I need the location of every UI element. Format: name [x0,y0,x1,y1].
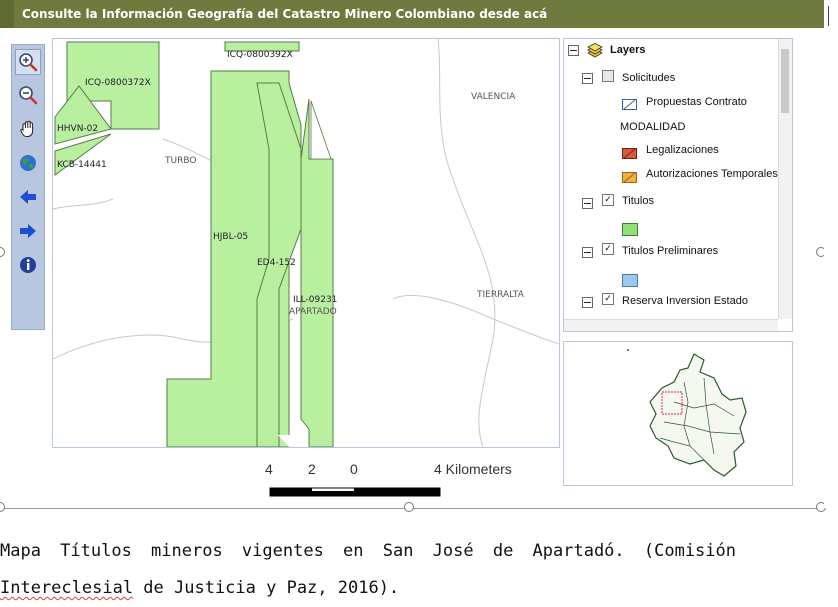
reserva-checkbox[interactable]: ✓ [602,293,614,305]
arrow-forward-icon [20,224,36,238]
titulos-preliminares-swatch [622,274,638,287]
place-tierralta: TIERRALTA [476,290,525,300]
propuestas-swatch [622,99,637,110]
scale-tick-2: 2 [308,461,316,477]
layer-reserva-inversion-estado: Reserva Inversion Estado [622,295,748,307]
identify-button[interactable] [16,253,40,277]
layer-autorizaciones-temporales: Autorizaciones Temporales [646,168,778,180]
island-dot [627,349,629,351]
label-icq0800372x: ICQ-0800372X [85,78,151,88]
label-kcb14441: KCB-14441 [57,160,107,170]
title-bar-corner [0,0,14,28]
right-edge-tick [828,6,829,26]
titulos-checkbox[interactable]: ✓ [602,194,614,206]
zoom-out-button[interactable] [16,83,40,107]
label-icq0800392x: ICQ-0800392X [227,50,293,60]
viewer-title: Consulte la Información Geografía del Ca… [22,7,548,21]
solicitudes-checkbox[interactable] [602,70,614,82]
layers-root-expander[interactable] [568,45,579,56]
full-extent-button[interactable] [16,151,40,175]
pan-button[interactable] [16,117,40,141]
titulos-preliminares-expander[interactable] [582,247,593,258]
place-valencia: VALENCIA [471,92,516,102]
overview-map[interactable] [563,341,793,486]
scale-tick-4: 4 [265,461,273,477]
layers-root-label: Layers [610,44,646,56]
colombia-overview-drawing [627,349,747,477]
resize-handle-bottom-left[interactable] [0,502,5,512]
zoom-in-button[interactable] [15,49,41,75]
solicitudes-expander[interactable] [582,73,593,84]
layer-solicitudes: Solicitudes [622,72,676,84]
info-icon [20,257,36,273]
map-wedge [310,100,332,160]
zoom-in-icon [19,53,38,72]
resize-handle-bottom[interactable] [404,502,414,512]
next-extent-button[interactable] [16,219,40,243]
layers-panel: Layers Solicitudes Propuestas Contrato M… [563,38,793,332]
layer-titulos: Titulos [622,195,654,207]
layers-vertical-scrollbar[interactable] [778,39,792,319]
caption-misspelled-word: Intereclesial [0,578,134,598]
layers-scroll-thumb[interactable] [781,49,789,113]
autorizaciones-swatch [622,172,637,183]
place-turbo: TURBO [164,156,196,166]
reserva-expander[interactable] [582,297,593,308]
map-toolbar [11,44,45,330]
titulos-preliminares-checkbox[interactable]: ✓ [602,243,614,255]
globe-full-extent-icon [20,155,36,171]
titulos-swatch [622,223,638,236]
previous-extent-button[interactable] [16,185,40,209]
zoom-out-icon [19,86,38,105]
map-viewer-frame: Consulte la Información Geografía del Ca… [0,0,825,509]
layer-propuestas-contrato: Propuestas Contrato [646,96,747,108]
arrow-back-icon [20,190,36,204]
legalizaciones-swatch [622,148,637,159]
caption-line-1: Mapa Títulos mineros vigentes en San Jos… [0,541,736,561]
figure-caption: Mapa Títulos mineros vigentes en San Jos… [0,533,736,607]
viewer-title-bar: Consulte la Información Geografía del Ca… [0,0,824,28]
label-ed4152: ED4-152 [257,258,296,268]
scale-tick-km: 4 Kilometers [434,461,512,477]
map-drawing: ICQ-0800392X ICQ-0800372X HHVN-02 KCB-14… [53,39,559,447]
caption-line-2: Intereclesial de Justicia y Paz, 2016). [0,578,399,598]
layer-modalidad: MODALIDAD [620,121,686,133]
right-edge-strip [824,0,838,508]
layers-horizontal-scrollbar[interactable] [564,319,778,331]
place-apartado: APARTADO [289,307,337,317]
colombia-outline [649,353,747,477]
admin-boundary-3 [392,294,559,345]
scale-bar-graphic [269,487,441,497]
label-ill09231: ILL-09231 [293,295,337,305]
layer-legalizaciones: Legalizaciones [646,144,719,156]
pan-hand-icon [20,120,34,137]
label-hjbl05: HJBL-05 [213,232,248,242]
scale-tick-0: 0 [350,461,358,477]
titulos-expander[interactable] [582,198,593,209]
label-hhvn02: HHVN-02 [57,124,98,134]
map-canvas[interactable]: ICQ-0800392X ICQ-0800372X HHVN-02 KCB-14… [52,38,560,448]
layers-stack-icon [587,43,603,58]
layer-titulos-preliminares: Titulos Preliminares [622,245,719,257]
caption-line-2-rest: de Justicia y Paz, 2016). [133,578,400,598]
admin-boundary-5 [53,198,114,210]
scale-bar: 4 2 0 4 Kilometers [240,461,540,501]
